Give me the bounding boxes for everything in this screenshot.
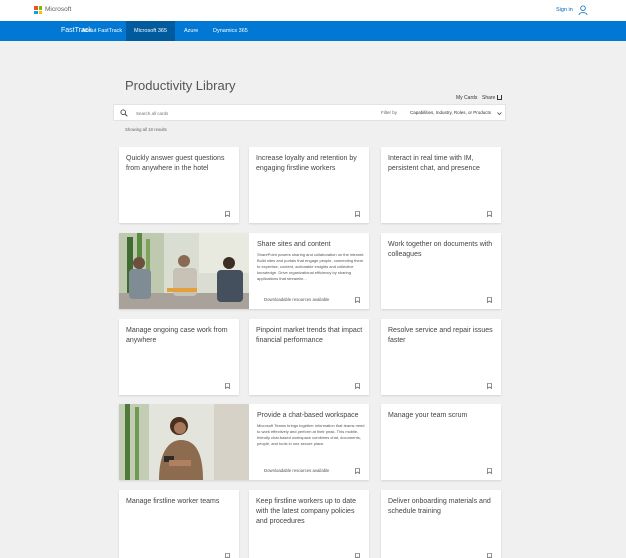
nav-microsoft-365[interactable]: Microsoft 365 xyxy=(126,21,176,41)
bookmark-icon[interactable] xyxy=(355,211,360,217)
bookmark-icon[interactable] xyxy=(225,211,230,217)
card-description: SharePoint powers sharing and collaborat… xyxy=(257,252,365,281)
bookmark-icon[interactable] xyxy=(225,553,230,558)
downloadable-resources-label: Downloadable resources available xyxy=(264,297,330,302)
card-description: Microsoft Teams brings together informat… xyxy=(257,423,365,446)
bookmark-icon[interactable] xyxy=(355,468,360,474)
card-title: Pinpoint market trends that impact finan… xyxy=(256,327,363,344)
bookmark-icon[interactable] xyxy=(487,468,492,474)
card[interactable]: Provide a chat-based workspace Microsoft… xyxy=(119,404,369,480)
card-title: Manage your team scrum xyxy=(388,412,468,419)
card-title: Work together on documents with colleagu… xyxy=(388,241,493,258)
card[interactable]: Manage ongoing case work from anywhere xyxy=(119,319,239,395)
search-input[interactable] xyxy=(136,107,356,119)
office-meeting-image xyxy=(119,233,249,309)
share-button[interactable]: Share xyxy=(482,95,503,101)
nav-azure[interactable]: Azure xyxy=(176,21,206,41)
bookmark-icon[interactable] xyxy=(355,383,360,389)
bookmark-icon[interactable] xyxy=(355,297,360,303)
card-title: Resolve service and repair issues faster xyxy=(388,327,493,344)
card-title: Deliver onboarding materials and schedul… xyxy=(388,498,491,515)
filter-select[interactable]: Capabilities, Industry, Roles, or Produc… xyxy=(410,110,491,115)
card-title: Quickly answer guest questions from anyw… xyxy=(126,155,225,172)
chevron-down-icon[interactable] xyxy=(497,111,502,116)
bookmark-icon[interactable] xyxy=(355,553,360,558)
bookmark-icon[interactable] xyxy=(225,383,230,389)
user-icon[interactable] xyxy=(578,5,588,15)
my-cards-link[interactable]: My Cards xyxy=(456,95,477,101)
card[interactable]: Deliver onboarding materials and schedul… xyxy=(381,490,501,558)
card-title: Interact in real time with IM, persisten… xyxy=(388,155,480,172)
search-icon[interactable] xyxy=(120,109,128,117)
share-icon xyxy=(497,95,503,100)
main-nav: FastTrack About FastTrack Microsoft 365 … xyxy=(0,21,626,41)
nav-about-fasttrack[interactable]: About FastTrack xyxy=(74,21,130,41)
card[interactable]: Interact in real time with IM, persisten… xyxy=(381,147,501,223)
bookmark-icon[interactable] xyxy=(487,297,492,303)
bookmark-icon[interactable] xyxy=(487,553,492,558)
card-title: Manage firstline worker teams xyxy=(126,498,220,505)
nav-dynamics-365[interactable]: Dynamics 365 xyxy=(205,21,256,41)
microsoft-brand[interactable]: Microsoft xyxy=(45,6,71,13)
card-title: Increase loyalty and retention by engagi… xyxy=(256,155,357,172)
share-label: Share xyxy=(482,95,496,101)
card[interactable]: Quickly answer guest questions from anyw… xyxy=(119,147,239,223)
downloadable-resources-label: Downloadable resources available xyxy=(264,468,330,473)
top-bar: Microsoft Sign in xyxy=(0,0,626,21)
bookmark-icon[interactable] xyxy=(487,211,492,217)
card[interactable]: Increase loyalty and retention by engagi… xyxy=(249,147,369,223)
card-title: Keep firstline workers up to date with t… xyxy=(256,498,356,525)
woman-with-phone-image xyxy=(119,404,249,480)
card[interactable]: Manage firstline worker teams xyxy=(119,490,239,558)
card[interactable]: Keep firstline workers up to date with t… xyxy=(249,490,369,558)
card-title: Provide a chat-based workspace xyxy=(257,412,359,419)
card[interactable]: Pinpoint market trends that impact finan… xyxy=(249,319,369,395)
search-bar: Filter by Capabilities, Industry, Roles,… xyxy=(113,104,506,121)
filter-label: Filter by xyxy=(381,110,398,115)
card[interactable]: Resolve service and repair issues faster xyxy=(381,319,501,395)
bookmark-icon[interactable] xyxy=(487,383,492,389)
card-title: Share sites and content xyxy=(257,241,331,248)
page-title: Productivity Library xyxy=(125,78,236,93)
microsoft-logo-icon[interactable] xyxy=(34,6,42,14)
card[interactable]: Work together on documents with colleagu… xyxy=(381,233,501,309)
card[interactable]: Share sites and content SharePoint power… xyxy=(119,233,369,309)
card-title: Manage ongoing case work from anywhere xyxy=(126,327,228,344)
results-count: Showing all 18 results xyxy=(125,127,167,132)
sign-in-link[interactable]: Sign in xyxy=(556,7,573,13)
card[interactable]: Manage your team scrum xyxy=(381,404,501,480)
